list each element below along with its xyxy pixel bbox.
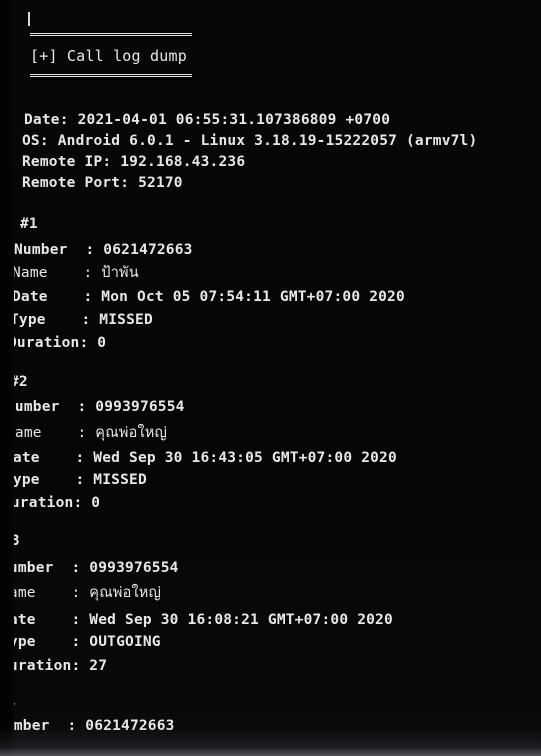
record-1-duration: Duration: 0 [8, 335, 107, 351]
record-3-date: Date : Wed Sep 30 16:08:21 GMT+07:00 202… [0, 612, 393, 628]
heading-rule-bottom [30, 74, 192, 77]
info-date: Date: 2021-04-01 06:55:31.107386809 +070… [24, 112, 391, 128]
record-3-number: Number : 0993976554 [0, 560, 179, 576]
record-1-number: Number : 0621472663 [14, 242, 193, 258]
heading-rule-top [30, 33, 192, 36]
record-3-duration: Duration: 27 [0, 658, 108, 674]
record-2-number: Number : 0993976554 [6, 399, 185, 415]
record-1-type: Type : MISSED [10, 312, 153, 328]
screen-glare [0, 726, 541, 756]
terminal-window: [+] Call log dump Date: 2021-04-01 06:55… [0, 0, 541, 756]
info-os: OS: Android 6.0.1 - Linux 3.18.19-152220… [22, 133, 478, 149]
info-remote-port: Remote Port: 52170 [22, 175, 183, 191]
record-2-type: Type : MISSED [4, 472, 147, 488]
record-1-date: Date : Mon Oct 05 07:54:11 GMT+07:00 202… [12, 289, 405, 305]
record-2-duration: Duration: 0 [2, 495, 101, 511]
record-3-type: Type : OUTGOING [0, 634, 161, 650]
screen-bezel-edge [0, 0, 14, 756]
record-1-id: #1 [20, 216, 38, 232]
section-heading: [+] Call log dump [30, 47, 187, 65]
record-3-name: Name : คุณพ่อใหญ่ [0, 585, 162, 601]
record-2-date: Date : Wed Sep 30 16:43:05 GMT+07:00 202… [4, 450, 397, 466]
record-2-name: Name : คุณพ่อใหญ่ [6, 425, 168, 441]
terminal-cursor [28, 12, 30, 26]
record-1-name: Name : ป้าพัน [12, 265, 139, 281]
info-remote-ip: Remote IP: 192.168.43.236 [22, 154, 246, 170]
